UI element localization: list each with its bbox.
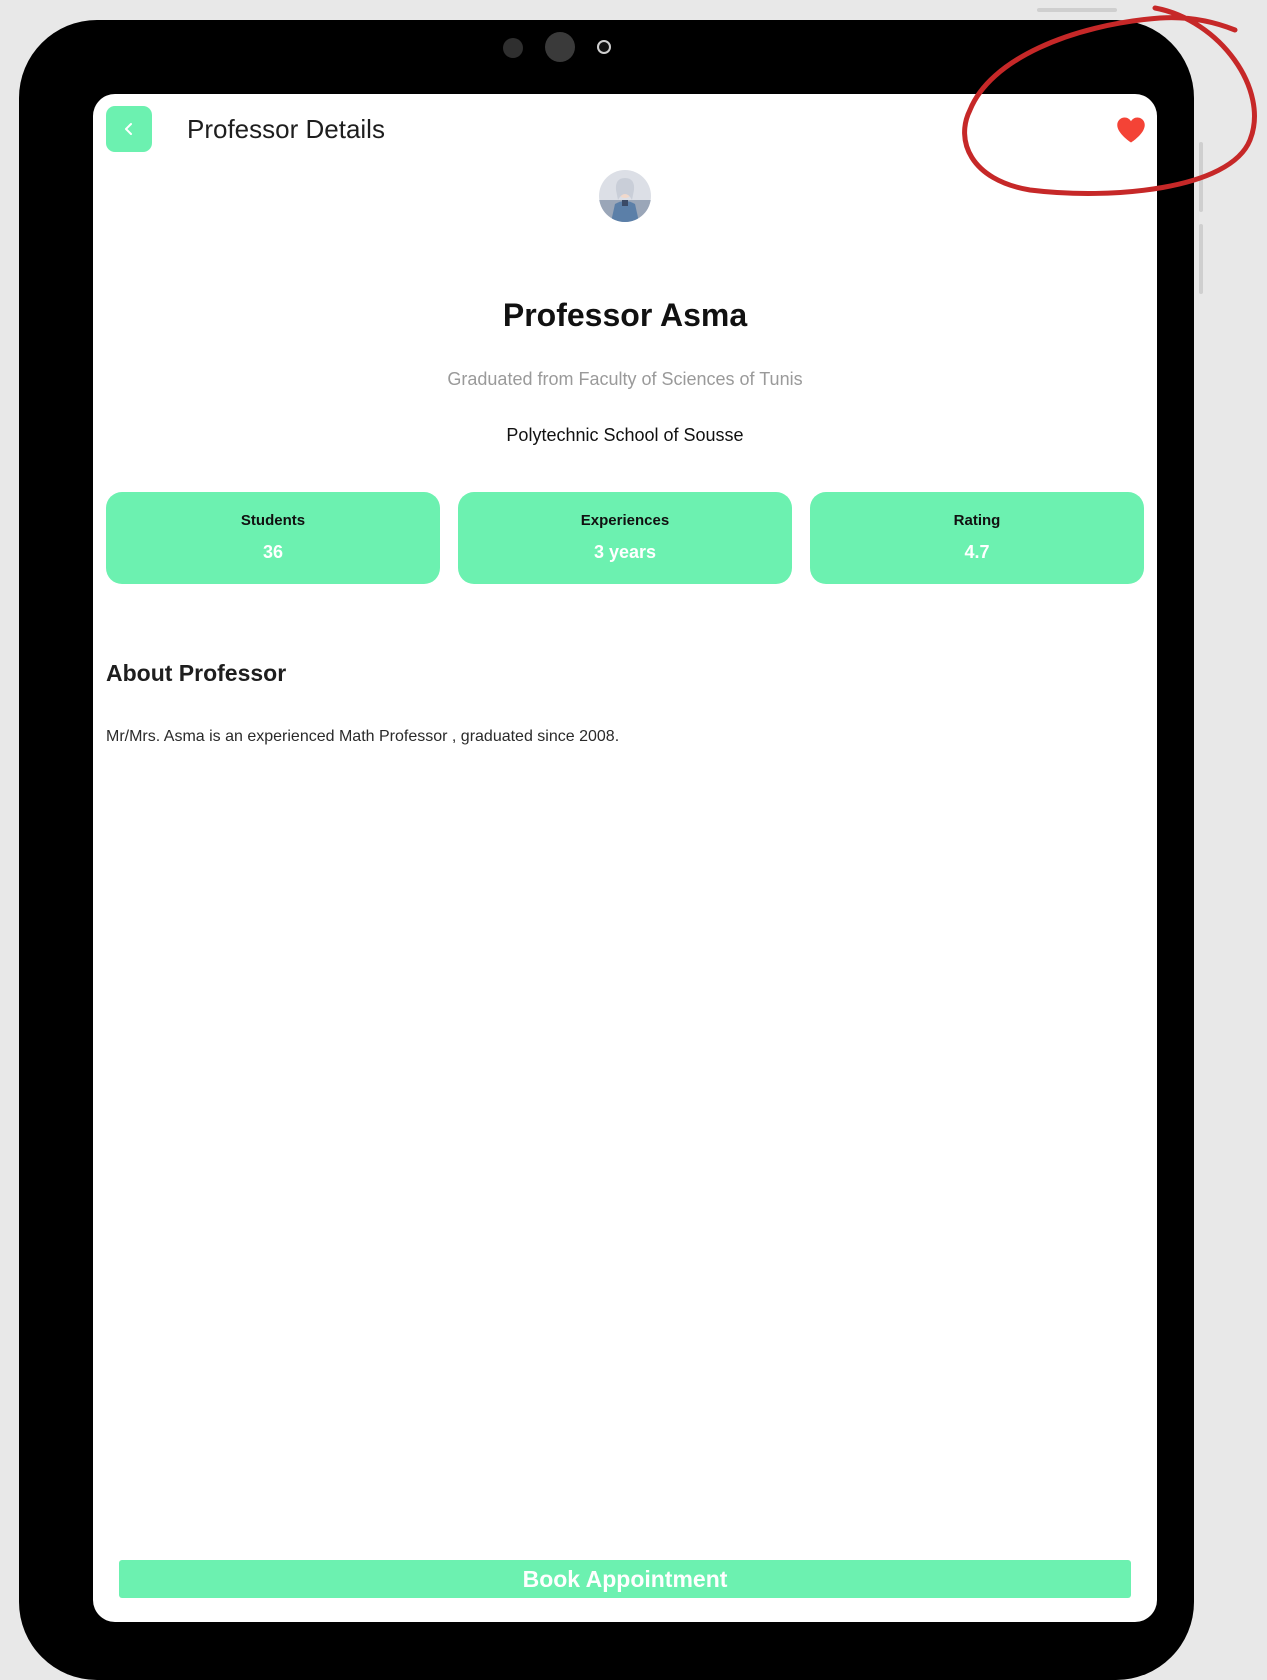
page-title: Professor Details: [187, 114, 385, 144]
device-volume-down-button: [1199, 224, 1203, 294]
heart-icon: [1117, 117, 1145, 143]
stat-label: Students: [240, 512, 306, 529]
about-heading: About Professor: [106, 660, 287, 686]
stat-label: Rating: [953, 512, 1001, 529]
device-volume-up-button: [1199, 142, 1203, 212]
app-screen: Professor Details Professor Asma Graduat…: [93, 94, 1157, 1622]
sensor-dot: [503, 38, 523, 58]
book-appointment-button[interactable]: Book Appointment: [119, 1560, 1131, 1598]
school-name: Polytechnic School of Sousse: [506, 425, 744, 445]
chevron-left-icon: [125, 123, 132, 135]
avatar-image: [599, 170, 651, 222]
front-camera: [545, 32, 575, 62]
graduation-info: Graduated from Faculty of Sciences of Tu…: [447, 369, 803, 389]
stat-card-experiences: Experiences 3 years: [458, 492, 792, 584]
stat-value: 36: [262, 542, 284, 562]
about-text: Mr/Mrs. Asma is an experienced Math Prof…: [106, 728, 620, 745]
tablet-frame: Professor Details Professor Asma Graduat…: [19, 20, 1194, 1680]
stat-label: Experiences: [580, 512, 670, 529]
favorite-button[interactable]: [1116, 116, 1146, 144]
camera-lens: [597, 40, 611, 54]
stat-card-rating: Rating 4.7: [810, 492, 1144, 584]
avatar: [599, 170, 651, 222]
stat-value: 4.7: [964, 542, 990, 562]
back-button[interactable]: [106, 106, 152, 152]
professor-name: Professor Asma: [502, 297, 748, 333]
device-top-button: [1037, 8, 1117, 12]
stat-card-students: Students 36: [106, 492, 440, 584]
stat-value: 3 years: [593, 542, 657, 562]
